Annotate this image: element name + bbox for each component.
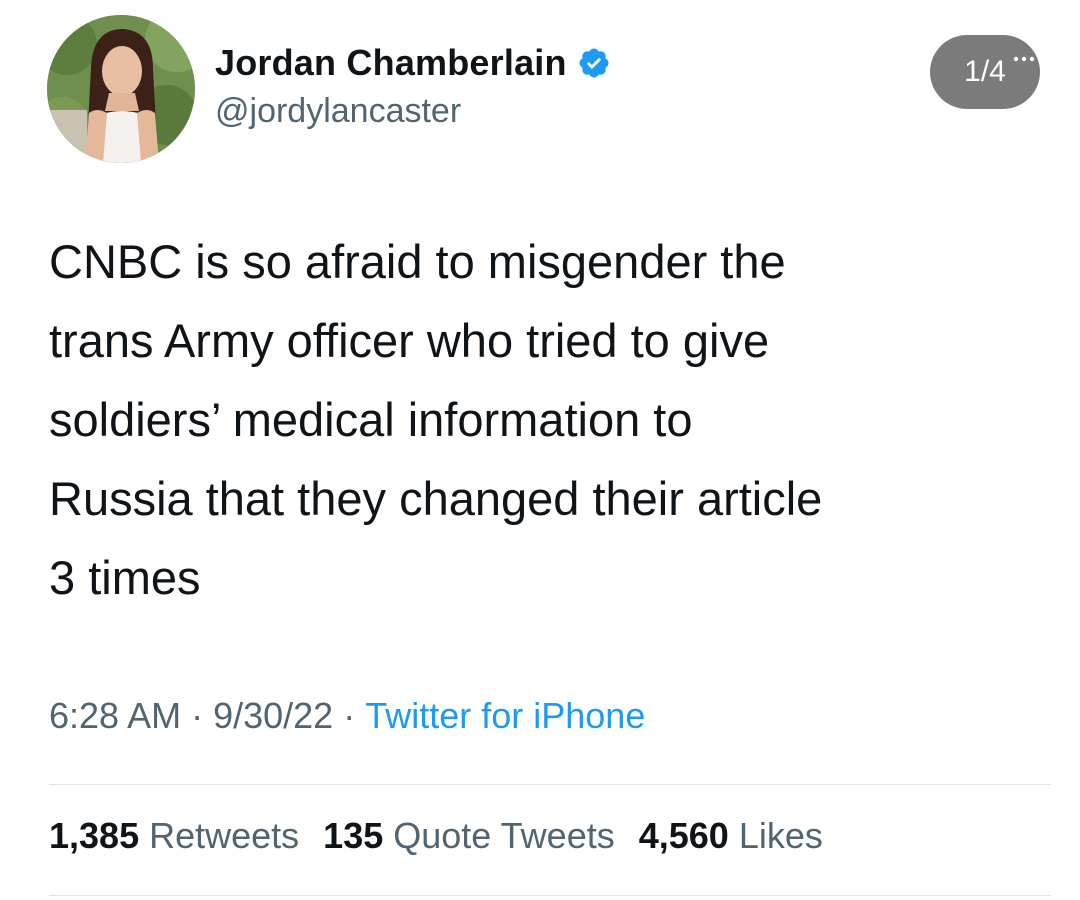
avatar[interactable]	[47, 15, 195, 163]
retweets-label: Retweets	[149, 815, 300, 856]
quote-tweets-stat[interactable]: 135 Quote Tweets	[323, 815, 615, 857]
display-name[interactable]: Jordan Chamberlain	[215, 42, 567, 84]
likes-count: 4,560	[638, 815, 729, 856]
meta-separator: ·	[343, 695, 356, 736]
tweet-date[interactable]: 9/30/22	[213, 695, 333, 737]
author-name-row[interactable]: Jordan Chamberlain	[215, 38, 611, 88]
divider	[49, 895, 1051, 896]
tweet-time[interactable]: 6:28 AM	[49, 695, 181, 737]
tweet-text: CNBC is so afraid to misgender the trans…	[49, 235, 823, 604]
engagement-stats: 1,385 Retweets 135 Quote Tweets 4,560 Likes	[49, 815, 847, 857]
media-page-counter: 1/4	[930, 35, 1040, 109]
tweet-meta: 6:28 AM · 9/30/22 · Twitter for iPhone	[49, 695, 645, 737]
tweet-card: Jordan Chamberlain @jordylancaster 1/4 C…	[0, 0, 1080, 900]
author-handle[interactable]: @jordylancaster	[215, 92, 461, 131]
meta-separator: ·	[191, 695, 204, 736]
quote-tweets-label: Quote Tweets	[393, 815, 615, 856]
likes-stat[interactable]: 4,560 Likes	[639, 815, 823, 857]
verified-badge-icon	[577, 46, 611, 80]
divider	[49, 784, 1051, 785]
tweet-source-link[interactable]: Twitter for iPhone	[365, 695, 645, 737]
retweets-count: 1,385	[49, 815, 140, 856]
likes-label: Likes	[738, 815, 823, 856]
more-dots-icon	[1013, 56, 1035, 62]
quote-tweets-count: 135	[323, 815, 384, 856]
retweets-stat[interactable]: 1,385 Retweets	[49, 815, 299, 857]
